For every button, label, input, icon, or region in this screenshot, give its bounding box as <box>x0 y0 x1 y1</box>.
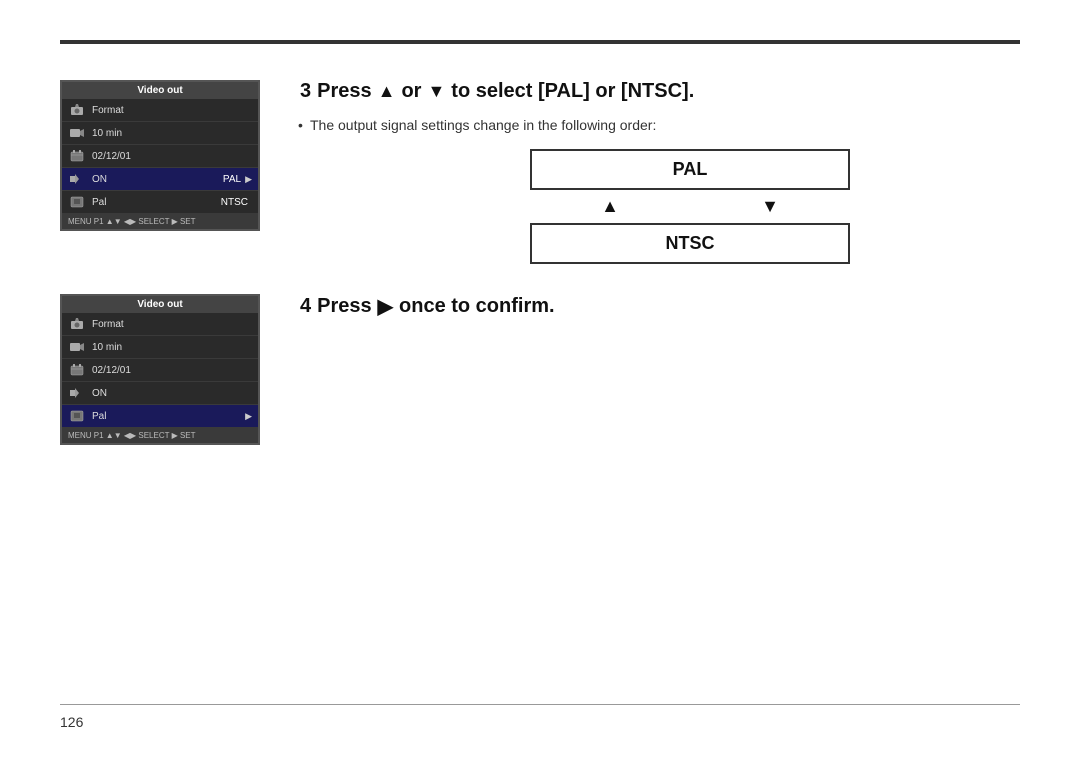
screen2-icon-0 <box>68 316 86 332</box>
screen1-icon-1 <box>68 125 86 141</box>
step3-instructions: 3 Press ▲ or ▼ to select [PAL] or [NTSC]… <box>300 80 1020 264</box>
diag-up-arrow: ▲ <box>601 196 619 217</box>
step3-press: Press <box>317 80 372 103</box>
step4-heading: 4 Press ▶ once to confirm. <box>300 294 555 319</box>
step4-suffix: once to confirm. <box>399 295 555 318</box>
screen-mockup-1: Video out Format 10 min 02/12/01 <box>60 80 260 231</box>
step3-heading: 3 Press ▲ or ▼ to select [PAL] or [NTSC]… <box>300 80 1020 103</box>
pal-ntsc-diagram: PAL ▲ ▼ NTSC <box>360 149 1020 264</box>
screen2-label-4: Pal <box>92 411 245 422</box>
screen1-header: Video out <box>62 82 258 99</box>
screen2-label-2: 02/12/01 <box>92 365 252 376</box>
step3-suffix: to select [PAL] or [NTSC]. <box>451 80 694 103</box>
screen2-icon-4 <box>68 408 86 424</box>
screen1-label-4: Pal <box>92 197 221 208</box>
diagram-arrows: ▲ ▼ <box>530 190 850 223</box>
step4-section: Video out Format 10 min 02/12/01 <box>60 294 1020 445</box>
step3-bullet: The output signal settings change in the… <box>300 117 1020 133</box>
screen1-value-4: NTSC <box>221 197 248 208</box>
screen2-label-3: ON <box>92 388 252 399</box>
step4-press: Press <box>317 295 372 318</box>
screen1-row-4: Pal NTSC <box>62 191 258 214</box>
pal-box: PAL <box>530 149 850 190</box>
screen1-value-3: PAL <box>223 174 241 185</box>
step4-right-arrow: ▶ <box>378 294 393 319</box>
screen2-label-1: 10 min <box>92 342 252 353</box>
step3-up-arrow: ▲ <box>378 81 396 102</box>
screen2-footer: MENU P1 ▲▼ ◀▶ SELECT ▶ SET <box>62 428 258 443</box>
screen1-row-0: Format <box>62 99 258 122</box>
screen1-row-1: 10 min <box>62 122 258 145</box>
screen2-footer-text: MENU P1 ▲▼ ◀▶ SELECT ▶ SET <box>68 431 196 440</box>
screen1-icon-0 <box>68 102 86 118</box>
screen-mockup-2: Video out Format 10 min 02/12/01 <box>60 294 260 445</box>
screen2-row-0: Format <box>62 313 258 336</box>
screen2-row-1: 10 min <box>62 336 258 359</box>
screen1-label-1: 10 min <box>92 128 252 139</box>
step4-number: 4 <box>300 295 311 318</box>
diag-down-arrow: ▼ <box>761 196 779 217</box>
screen2-row-3: ON <box>62 382 258 405</box>
screen2-arrow-4: ▶ <box>245 411 252 422</box>
screen2-row-2: 02/12/01 <box>62 359 258 382</box>
screen2-icon-3 <box>68 385 86 401</box>
step3-down-arrow: ▼ <box>427 81 445 102</box>
screen1-row-3: ON PAL ▶ <box>62 168 258 191</box>
screen2-row-4: Pal ▶ <box>62 405 258 428</box>
screen1-label-0: Format <box>92 105 252 116</box>
ntsc-box: NTSC <box>530 223 850 264</box>
top-border <box>60 40 1020 44</box>
bottom-border <box>60 704 1020 705</box>
screen2-icon-1 <box>68 339 86 355</box>
screen1-footer: MENU P1 ▲▼ ◀▶ SELECT ▶ SET <box>62 214 258 229</box>
screen1-label-2: 02/12/01 <box>92 151 252 162</box>
content-area: Video out Format 10 min 02/12/01 <box>60 60 1020 685</box>
screen1-row-2: 02/12/01 <box>62 145 258 168</box>
screen1-icon-3 <box>68 171 86 187</box>
step3-number: 3 <box>300 80 311 103</box>
screen1-footer-text: MENU P1 ▲▼ ◀▶ SELECT ▶ SET <box>68 217 196 226</box>
screen1-icon-4 <box>68 194 86 210</box>
screen1-icon-2 <box>68 148 86 164</box>
screen2-icon-2 <box>68 362 86 378</box>
screen2-header: Video out <box>62 296 258 313</box>
screen2-label-0: Format <box>92 319 252 330</box>
page-number: 126 <box>60 714 83 730</box>
screen1-label-3: ON <box>92 174 223 185</box>
screen1-arrow-3: ▶ <box>245 174 252 185</box>
step3-or: or <box>401 80 421 103</box>
step3-section: Video out Format 10 min 02/12/01 <box>60 80 1020 264</box>
